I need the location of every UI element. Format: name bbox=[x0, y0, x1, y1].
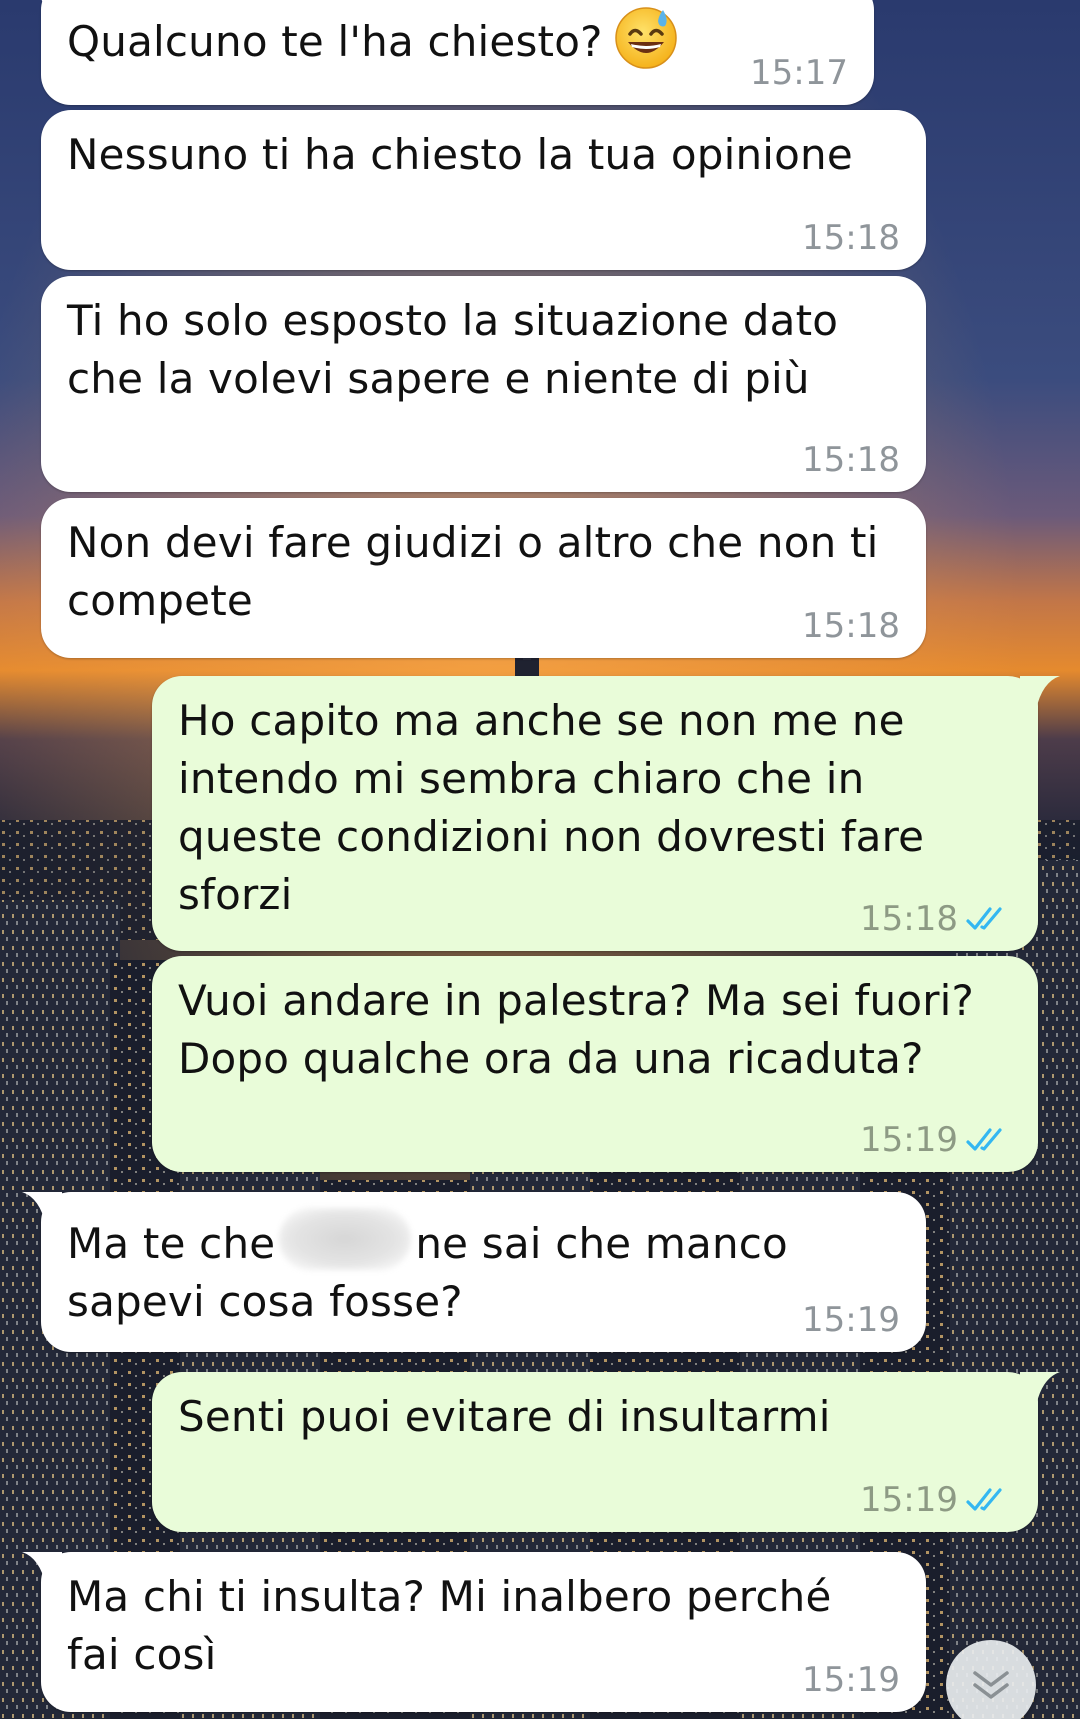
message-time: 15:17 bbox=[750, 53, 848, 93]
message-time: 15:19 bbox=[860, 1480, 958, 1520]
chat-conversation: Qualcuno te l'ha chiesto? 15:17 Nessuno bbox=[0, 0, 1080, 1719]
message-meta: 15:19 bbox=[860, 1480, 1012, 1520]
message-meta: 15:18 bbox=[802, 440, 900, 480]
message-meta: 15:18 bbox=[802, 218, 900, 258]
message-time: 15:18 bbox=[860, 899, 958, 939]
message-text: Senti puoi evitare di insultarmi bbox=[178, 1392, 831, 1441]
message-meta: 15:19 bbox=[802, 1300, 900, 1340]
message-bubble-outgoing[interactable]: Senti puoi evitare di insultarmi 15:19 bbox=[152, 1372, 1038, 1532]
message-meta: 15:19 bbox=[860, 1120, 1012, 1160]
bubble-tail bbox=[22, 1192, 62, 1226]
message-bubble-incoming[interactable]: Non devi fare giudizi o altro che non ti… bbox=[41, 498, 926, 658]
message-bubble-incoming[interactable]: Ma chi ti insulta? Mi inalbero perché fa… bbox=[41, 1552, 926, 1712]
message-bubble-outgoing[interactable]: Ho capito ma anche se non me ne intendo … bbox=[152, 676, 1038, 951]
message-time: 15:18 bbox=[802, 218, 900, 258]
message-bubble-incoming[interactable]: Qualcuno te l'ha chiesto? 15:17 bbox=[41, 0, 874, 105]
message-bubble-incoming[interactable]: Ti ho solo esposto la situazione dato ch… bbox=[41, 276, 926, 492]
bubble-tail bbox=[41, 0, 62, 14]
message-text: Nessuno ti ha chiesto la tua opinione bbox=[67, 130, 853, 179]
message-text: Ma te che ne sai che manco sapevi cosa fo… bbox=[67, 1208, 900, 1331]
double-check-icon bbox=[966, 1128, 1002, 1151]
redacted-word bbox=[279, 1208, 412, 1270]
message-time: 15:19 bbox=[860, 1120, 958, 1160]
message-bubble-incoming[interactable]: Ma te che ne sai che manco sapevi cosa fo… bbox=[41, 1192, 926, 1352]
message-text: Ti ho solo esposto la situazione dato ch… bbox=[67, 296, 839, 403]
message-meta: 15:18 bbox=[860, 899, 1012, 939]
bubble-tail bbox=[1020, 1372, 1060, 1406]
message-meta: 15:19 bbox=[802, 1660, 900, 1700]
message-text: Ho capito ma anche se non me ne intendo … bbox=[178, 696, 925, 919]
message-text: Vuoi andare in palestra? Ma sei fuori? D… bbox=[178, 976, 975, 1083]
message-time: 15:18 bbox=[802, 606, 900, 646]
message-time: 15:19 bbox=[802, 1660, 900, 1700]
bubble-tail bbox=[1020, 676, 1060, 710]
bubble-tail bbox=[22, 1552, 62, 1586]
message-time: 15:19 bbox=[802, 1300, 900, 1340]
sweat-smile-emoji bbox=[614, 7, 677, 69]
message-meta: 15:18 bbox=[802, 606, 900, 646]
message-bubble-outgoing[interactable]: Vuoi andare in palestra? Ma sei fuori? D… bbox=[152, 956, 1038, 1172]
message-meta: 15:17 bbox=[750, 53, 848, 93]
message-time: 15:18 bbox=[802, 440, 900, 480]
message-text: Ma chi ti insulta? Mi inalbero perché fa… bbox=[67, 1572, 832, 1679]
double-check-icon bbox=[966, 1488, 1002, 1511]
double-chevron-down-icon bbox=[973, 1671, 1009, 1699]
message-text: Non devi fare giudizi o altro che non ti… bbox=[67, 518, 879, 625]
double-check-icon bbox=[966, 907, 1002, 930]
message-text: Qualcuno te l'ha chiesto? bbox=[67, 4, 848, 71]
message-bubble-incoming[interactable]: Nessuno ti ha chiesto la tua opinione 15… bbox=[41, 110, 926, 270]
